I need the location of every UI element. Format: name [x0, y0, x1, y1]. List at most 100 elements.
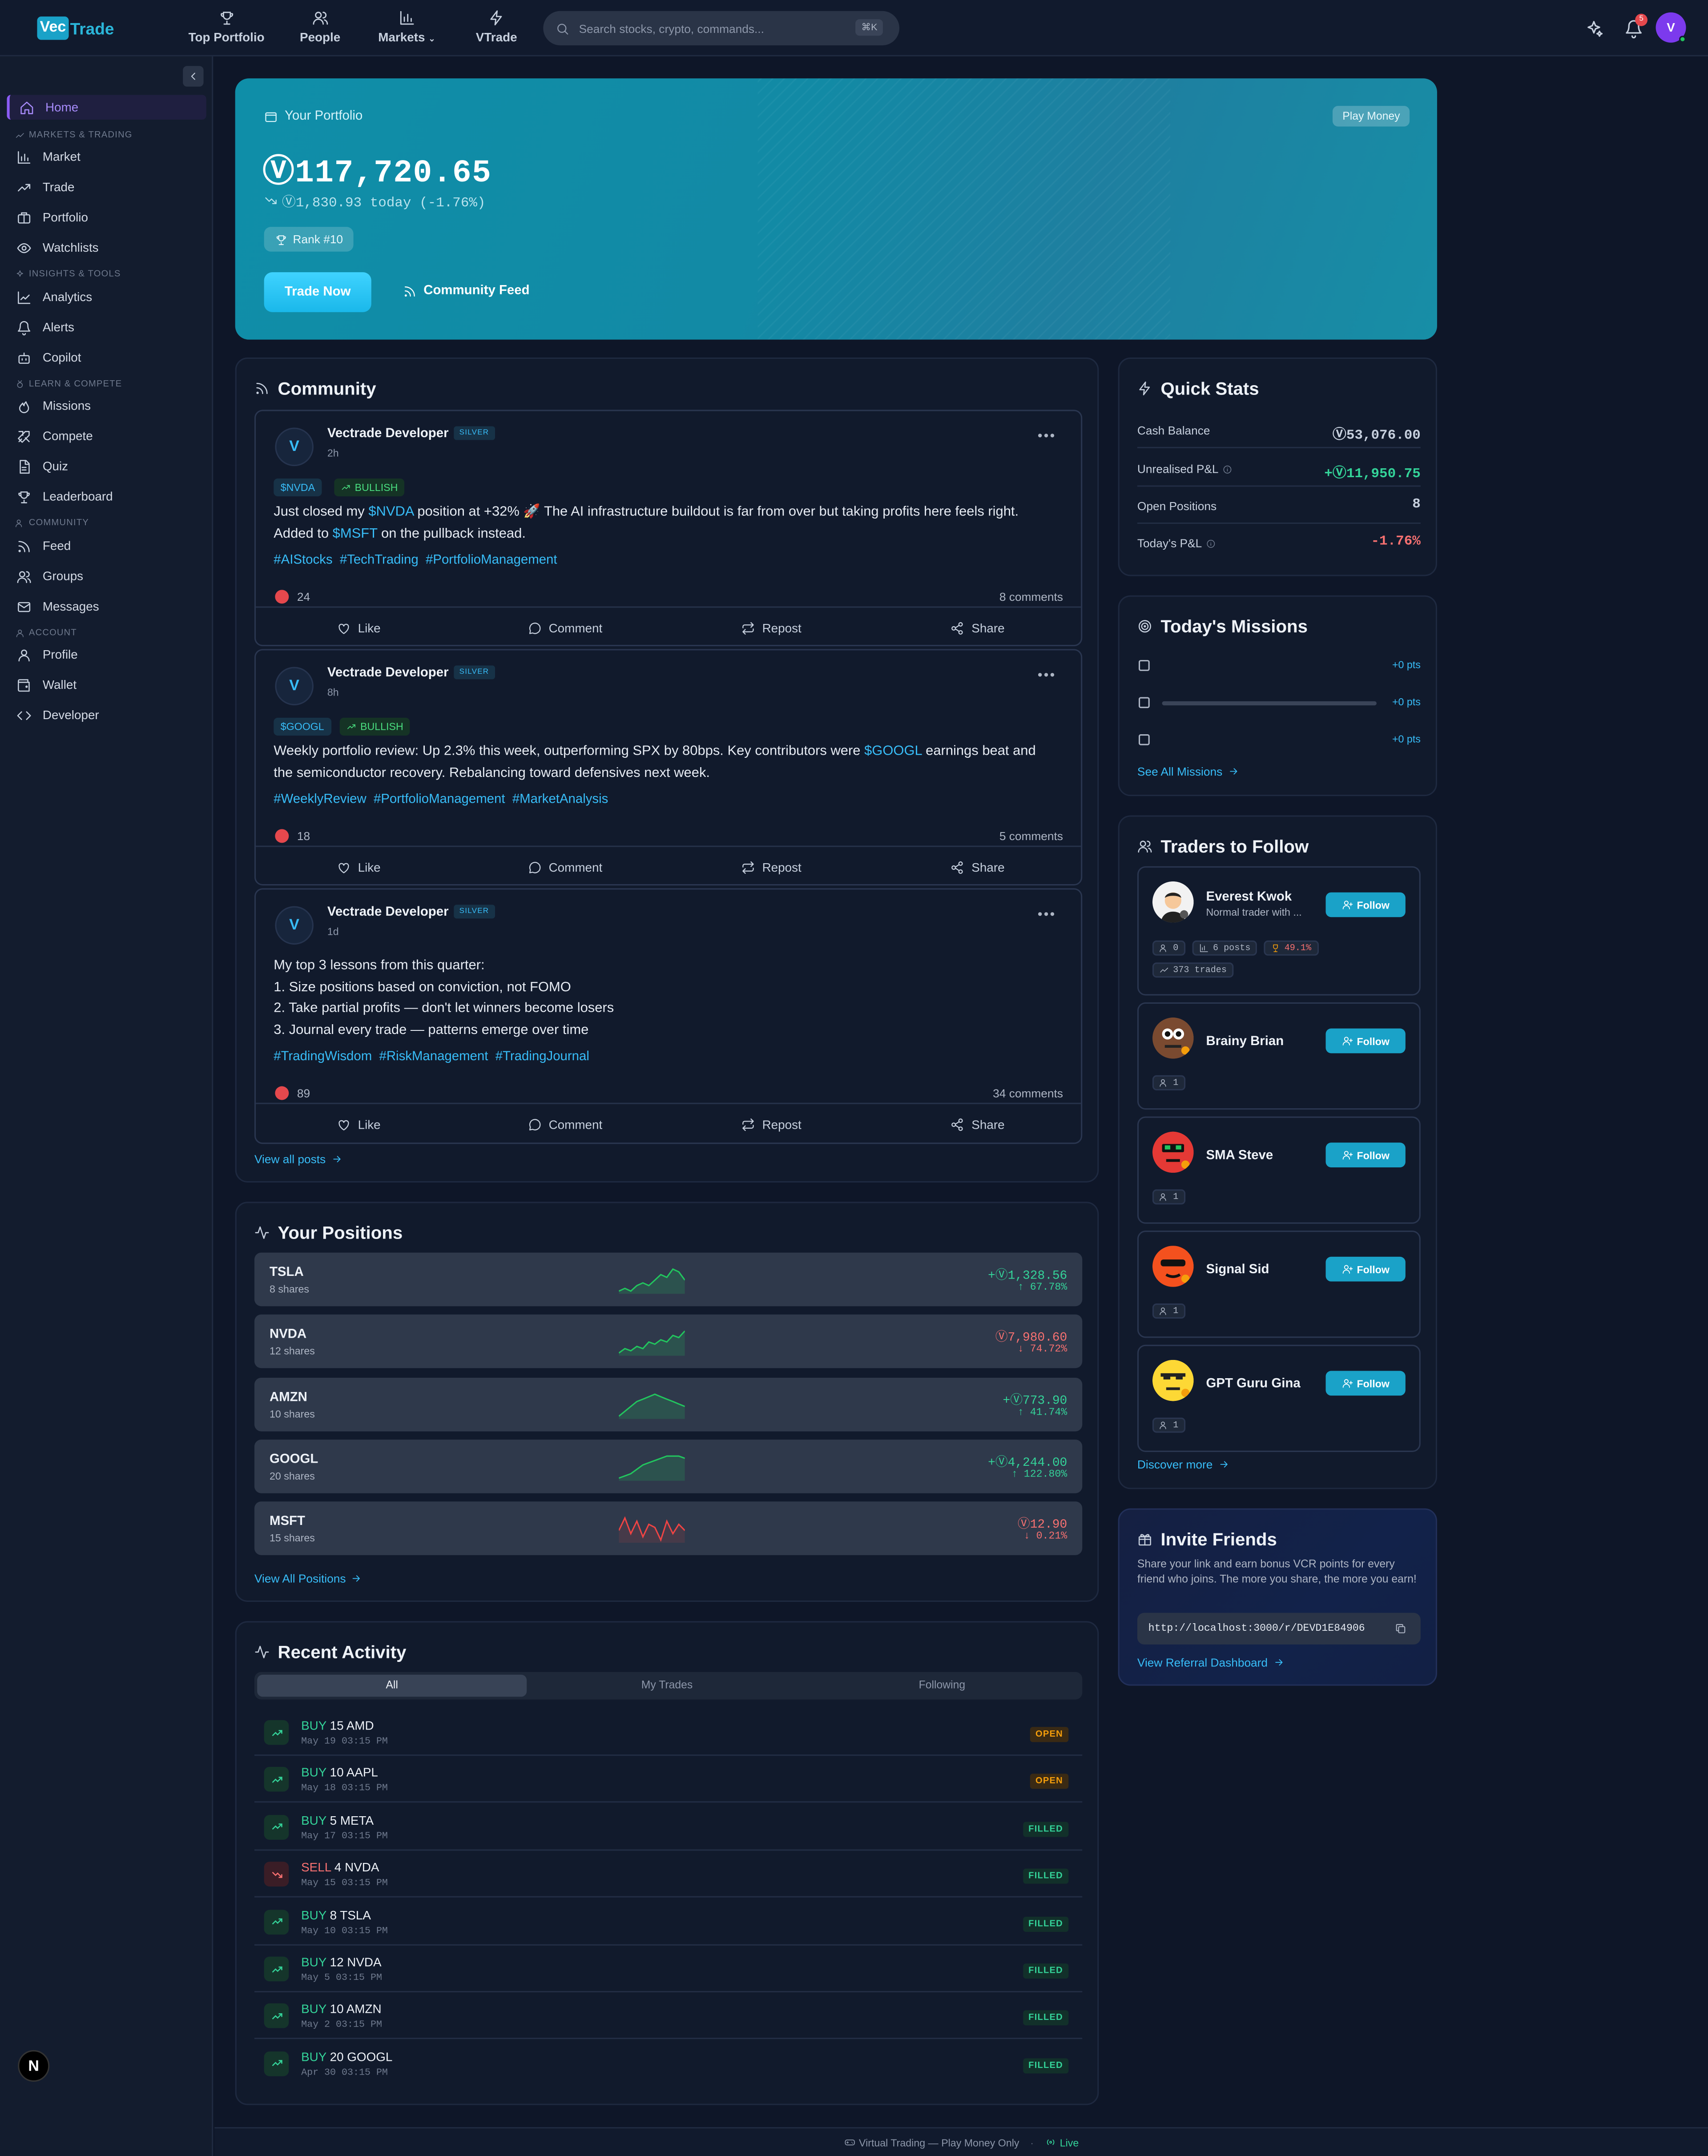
discover-more-link[interactable]: Discover more	[1137, 1457, 1229, 1471]
activity-row[interactable]: SELL 4 NVDA May 15 03:15 PM FILLED	[254, 1851, 1083, 1898]
follow-button[interactable]: Follow	[1325, 1142, 1406, 1167]
post-hashtags[interactable]: #AIStocks #TechTrading #PortfolioManagem…	[274, 553, 557, 568]
sidebar-item-copilot[interactable]: Copilot	[7, 345, 206, 370]
position-row[interactable]: GOOGL 20 shares +Ⓥ4,244.00 ↑ 122.80%	[254, 1440, 1083, 1493]
share-button[interactable]: Share	[874, 1104, 1081, 1144]
rank-badge[interactable]: Rank #10	[264, 227, 354, 252]
info-icon[interactable]	[1223, 464, 1233, 474]
feed-post[interactable]: V Vectrade Developer SILVER 8h ••• $GOOG…	[254, 649, 1083, 887]
follow-button[interactable]: Follow	[1325, 1028, 1406, 1054]
trader-card[interactable]: GPT Guru Gina Follow 1	[1137, 1344, 1421, 1452]
post-comment-count[interactable]: 8 comments	[999, 590, 1063, 603]
search-input[interactable]: Search stocks, crypto, commands...	[579, 21, 764, 35]
nav-markets[interactable]: Markets ⌄	[378, 10, 435, 44]
sidebar-item-alerts[interactable]: Alerts	[7, 315, 206, 340]
feed-post[interactable]: V Vectrade Developer SILVER 1d ••• My to…	[254, 888, 1083, 1144]
see-all-missions-link[interactable]: See All Missions	[1137, 764, 1239, 778]
post-author[interactable]: Vectrade Developer	[327, 426, 449, 441]
share-button[interactable]: Share	[874, 847, 1081, 887]
mission-row[interactable]: +0 pts	[1137, 693, 1421, 718]
sidebar-item-market[interactable]: Market	[7, 145, 206, 169]
info-icon[interactable]	[1206, 538, 1216, 548]
follow-button[interactable]: Follow	[1325, 1371, 1406, 1396]
repost-button[interactable]: Repost	[669, 608, 875, 648]
collapse-sidebar-button[interactable]	[183, 66, 204, 87]
post-comment-count[interactable]: 5 comments	[999, 829, 1063, 843]
trader-name[interactable]: SMA Steve	[1206, 1148, 1273, 1163]
feed-post[interactable]: V Vectrade Developer SILVER 2h ••• $NVDA…	[254, 410, 1083, 648]
ticker-chip[interactable]: $GOOGL	[274, 717, 331, 736]
post-comment-count[interactable]: 34 comments	[993, 1086, 1063, 1100]
sparkles-icon[interactable]	[1584, 19, 1603, 38]
sidebar-item-groups[interactable]: Groups	[7, 564, 206, 589]
sidebar-item-quiz[interactable]: Quiz	[7, 454, 206, 479]
follow-button[interactable]: Follow	[1325, 892, 1406, 917]
repost-button[interactable]: Repost	[669, 847, 875, 887]
next-dev-badge[interactable]: N	[18, 2050, 50, 2082]
mission-checkbox[interactable]	[1139, 697, 1150, 708]
trader-card[interactable]: Brainy Brian Follow 1	[1137, 1002, 1421, 1110]
comment-button[interactable]: Comment	[462, 608, 669, 648]
sidebar-item-feed[interactable]: Feed	[7, 534, 206, 559]
sidebar-item-messages[interactable]: Messages	[7, 594, 206, 619]
trader-avatar[interactable]	[1152, 1131, 1194, 1173]
trader-avatar[interactable]	[1152, 1246, 1194, 1287]
nav-people[interactable]: People	[300, 10, 340, 44]
copy-icon[interactable]	[1394, 1622, 1407, 1635]
sidebar-item-profile[interactable]: Profile	[7, 642, 206, 667]
trader-avatar[interactable]	[1152, 1360, 1194, 1401]
post-avatar[interactable]: V	[275, 427, 314, 467]
nav-vtrade[interactable]: VTrade	[476, 10, 517, 44]
position-row[interactable]: MSFT 15 shares Ⓥ12.90 ↓ 0.21%	[254, 1501, 1083, 1555]
tab-my-trades[interactable]: My Trades	[532, 1675, 802, 1697]
trader-card[interactable]: Signal Sid Follow 1	[1137, 1231, 1421, 1338]
follow-button[interactable]: Follow	[1325, 1256, 1406, 1282]
trader-card[interactable]: Everest Kwok Normal trader with ... Foll…	[1137, 866, 1421, 996]
trade-now-button[interactable]: Trade Now	[264, 272, 371, 312]
tab-following[interactable]: Following	[807, 1675, 1077, 1697]
more-options-icon[interactable]: •••	[1038, 908, 1056, 923]
like-button[interactable]: Like	[256, 608, 462, 648]
sidebar-item-watchlists[interactable]: Watchlists	[7, 235, 206, 260]
activity-row[interactable]: BUY 20 GOOGL Apr 30 03:15 PM FILLED	[254, 2040, 1082, 2087]
brand-logo[interactable]: Vec Trade	[37, 16, 114, 40]
ticker-chip[interactable]: $NVDA	[274, 478, 322, 497]
activity-row[interactable]: BUY 10 AAPL May 18 03:15 PM OPEN	[254, 1756, 1083, 1803]
sidebar-item-missions[interactable]: Missions	[7, 393, 206, 418]
activity-row[interactable]: BUY 5 META May 17 03:15 PM FILLED	[254, 1804, 1083, 1850]
user-avatar[interactable]: V	[1656, 12, 1686, 43]
trader-name[interactable]: Signal Sid	[1206, 1262, 1269, 1277]
activity-row[interactable]: BUY 10 AMZN May 2 03:15 PM FILLED	[254, 1993, 1083, 2040]
trader-name[interactable]: GPT Guru Gina	[1206, 1376, 1301, 1392]
post-hashtags[interactable]: #TradingWisdom #RiskManagement #TradingJ…	[274, 1049, 589, 1064]
search-bar[interactable]: Search stocks, crypto, commands... ⌘K	[543, 11, 900, 46]
referral-dashboard-link[interactable]: View Referral Dashboard	[1137, 1656, 1284, 1669]
activity-row[interactable]: BUY 15 AMD May 19 03:15 PM OPEN	[254, 1709, 1083, 1756]
repost-button[interactable]: Repost	[669, 1104, 875, 1144]
activity-row[interactable]: BUY 8 TSLA May 10 03:15 PM FILLED	[254, 1899, 1083, 1945]
trader-avatar[interactable]	[1152, 1017, 1194, 1059]
more-options-icon[interactable]: •••	[1038, 668, 1056, 684]
sidebar-item-wallet[interactable]: Wallet	[7, 672, 206, 697]
sidebar-item-portfolio[interactable]: Portfolio	[7, 205, 206, 230]
position-row[interactable]: NVDA 12 shares Ⓥ7,980.60 ↓ 74.72%	[254, 1314, 1083, 1368]
post-author[interactable]: Vectrade Developer	[327, 665, 449, 680]
community-feed-link[interactable]: Community Feed	[403, 283, 530, 298]
mission-checkbox[interactable]	[1139, 734, 1150, 745]
post-avatar[interactable]: V	[275, 906, 314, 945]
position-row[interactable]: TSLA 8 shares +Ⓥ1,328.56 ↑ 67.78%	[254, 1252, 1083, 1307]
view-all-posts-link[interactable]: View all posts	[254, 1152, 342, 1166]
post-avatar[interactable]: V	[275, 667, 314, 706]
trader-card[interactable]: SMA Steve Follow 1	[1137, 1116, 1421, 1224]
sidebar-item-home[interactable]: Home	[7, 95, 206, 120]
sidebar-item-developer[interactable]: Developer	[7, 703, 206, 728]
sidebar-item-analytics[interactable]: Analytics	[7, 285, 206, 310]
activity-row[interactable]: BUY 12 NVDA May 5 03:15 PM FILLED	[254, 1946, 1083, 1993]
tab-all[interactable]: All	[257, 1674, 527, 1697]
mission-row[interactable]: +0 pts	[1137, 730, 1421, 755]
trader-name[interactable]: Everest Kwok	[1206, 889, 1292, 905]
sidebar-item-compete[interactable]: Compete	[7, 423, 206, 448]
like-button[interactable]: Like	[256, 847, 462, 887]
mission-row[interactable]: +0 pts	[1137, 656, 1421, 681]
more-options-icon[interactable]: •••	[1038, 429, 1056, 444]
